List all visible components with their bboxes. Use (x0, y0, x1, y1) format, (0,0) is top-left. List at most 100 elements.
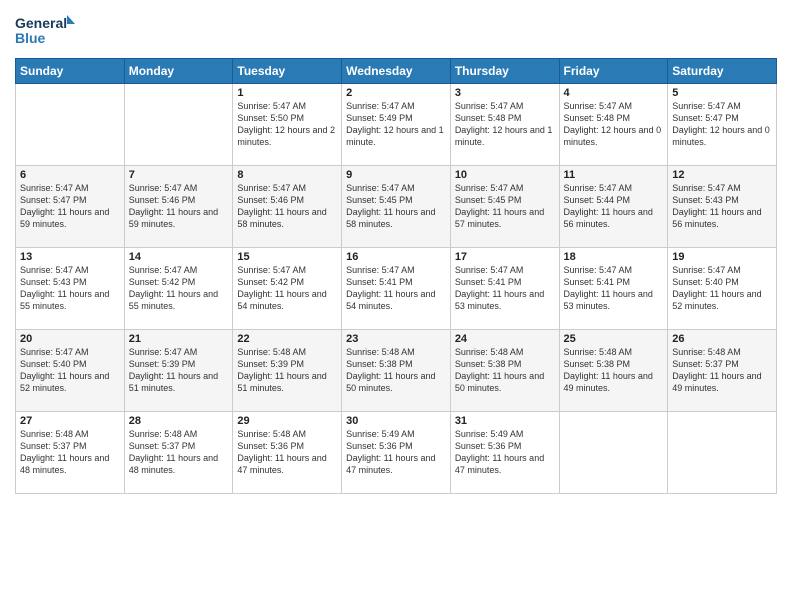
calendar-day-cell: 15Sunrise: 5:47 AM Sunset: 5:42 PM Dayli… (233, 248, 342, 330)
day-info: Sunrise: 5:49 AM Sunset: 5:36 PM Dayligh… (346, 428, 446, 477)
day-number: 26 (672, 333, 772, 345)
day-number: 4 (564, 87, 664, 99)
day-info: Sunrise: 5:48 AM Sunset: 5:36 PM Dayligh… (237, 428, 337, 477)
calendar-day-cell: 17Sunrise: 5:47 AM Sunset: 5:41 PM Dayli… (450, 248, 559, 330)
calendar-day-cell: 20Sunrise: 5:47 AM Sunset: 5:40 PM Dayli… (16, 330, 125, 412)
day-info: Sunrise: 5:47 AM Sunset: 5:40 PM Dayligh… (672, 264, 772, 313)
calendar-day-cell (559, 412, 668, 494)
day-number: 16 (346, 251, 446, 263)
calendar-day-cell: 21Sunrise: 5:47 AM Sunset: 5:39 PM Dayli… (124, 330, 233, 412)
day-info: Sunrise: 5:47 AM Sunset: 5:50 PM Dayligh… (237, 100, 337, 149)
day-info: Sunrise: 5:47 AM Sunset: 5:43 PM Dayligh… (672, 182, 772, 231)
day-info: Sunrise: 5:47 AM Sunset: 5:47 PM Dayligh… (20, 182, 120, 231)
calendar-header-cell: Thursday (450, 59, 559, 84)
day-number: 15 (237, 251, 337, 263)
day-info: Sunrise: 5:48 AM Sunset: 5:38 PM Dayligh… (455, 346, 555, 395)
calendar-day-cell: 25Sunrise: 5:48 AM Sunset: 5:38 PM Dayli… (559, 330, 668, 412)
day-number: 31 (455, 415, 555, 427)
calendar-body: 1Sunrise: 5:47 AM Sunset: 5:50 PM Daylig… (16, 84, 777, 494)
day-number: 9 (346, 169, 446, 181)
day-number: 20 (20, 333, 120, 345)
calendar-day-cell: 24Sunrise: 5:48 AM Sunset: 5:38 PM Dayli… (450, 330, 559, 412)
page: General Blue SundayMondayTuesdayWednesda… (0, 0, 792, 612)
day-number: 28 (129, 415, 229, 427)
day-number: 3 (455, 87, 555, 99)
day-number: 8 (237, 169, 337, 181)
svg-text:General: General (15, 15, 67, 31)
day-info: Sunrise: 5:47 AM Sunset: 5:41 PM Dayligh… (455, 264, 555, 313)
calendar-day-cell: 11Sunrise: 5:47 AM Sunset: 5:44 PM Dayli… (559, 166, 668, 248)
day-number: 6 (20, 169, 120, 181)
calendar-day-cell: 14Sunrise: 5:47 AM Sunset: 5:42 PM Dayli… (124, 248, 233, 330)
calendar-day-cell (124, 84, 233, 166)
calendar-day-cell: 3Sunrise: 5:47 AM Sunset: 5:48 PM Daylig… (450, 84, 559, 166)
calendar-day-cell: 31Sunrise: 5:49 AM Sunset: 5:36 PM Dayli… (450, 412, 559, 494)
day-info: Sunrise: 5:47 AM Sunset: 5:41 PM Dayligh… (346, 264, 446, 313)
day-number: 25 (564, 333, 664, 345)
calendar-day-cell: 13Sunrise: 5:47 AM Sunset: 5:43 PM Dayli… (16, 248, 125, 330)
svg-text:Blue: Blue (15, 30, 46, 46)
day-number: 14 (129, 251, 229, 263)
calendar-day-cell: 16Sunrise: 5:47 AM Sunset: 5:41 PM Dayli… (342, 248, 451, 330)
logo: General Blue (15, 10, 75, 50)
day-info: Sunrise: 5:47 AM Sunset: 5:49 PM Dayligh… (346, 100, 446, 149)
day-info: Sunrise: 5:48 AM Sunset: 5:39 PM Dayligh… (237, 346, 337, 395)
calendar-day-cell: 8Sunrise: 5:47 AM Sunset: 5:46 PM Daylig… (233, 166, 342, 248)
calendar-day-cell: 10Sunrise: 5:47 AM Sunset: 5:45 PM Dayli… (450, 166, 559, 248)
day-number: 12 (672, 169, 772, 181)
day-info: Sunrise: 5:47 AM Sunset: 5:41 PM Dayligh… (564, 264, 664, 313)
calendar-day-cell: 6Sunrise: 5:47 AM Sunset: 5:47 PM Daylig… (16, 166, 125, 248)
calendar-week-row: 20Sunrise: 5:47 AM Sunset: 5:40 PM Dayli… (16, 330, 777, 412)
day-number: 21 (129, 333, 229, 345)
day-info: Sunrise: 5:47 AM Sunset: 5:39 PM Dayligh… (129, 346, 229, 395)
day-number: 11 (564, 169, 664, 181)
day-info: Sunrise: 5:47 AM Sunset: 5:48 PM Dayligh… (455, 100, 555, 149)
calendar-header-cell: Monday (124, 59, 233, 84)
day-info: Sunrise: 5:47 AM Sunset: 5:46 PM Dayligh… (129, 182, 229, 231)
day-info: Sunrise: 5:48 AM Sunset: 5:38 PM Dayligh… (564, 346, 664, 395)
day-number: 27 (20, 415, 120, 427)
calendar-day-cell: 30Sunrise: 5:49 AM Sunset: 5:36 PM Dayli… (342, 412, 451, 494)
day-number: 5 (672, 87, 772, 99)
calendar-day-cell (16, 84, 125, 166)
calendar-day-cell: 29Sunrise: 5:48 AM Sunset: 5:36 PM Dayli… (233, 412, 342, 494)
calendar-day-cell: 9Sunrise: 5:47 AM Sunset: 5:45 PM Daylig… (342, 166, 451, 248)
day-info: Sunrise: 5:47 AM Sunset: 5:42 PM Dayligh… (237, 264, 337, 313)
day-number: 29 (237, 415, 337, 427)
header: General Blue (15, 10, 777, 50)
calendar-header-cell: Sunday (16, 59, 125, 84)
day-number: 19 (672, 251, 772, 263)
day-info: Sunrise: 5:47 AM Sunset: 5:44 PM Dayligh… (564, 182, 664, 231)
day-info: Sunrise: 5:47 AM Sunset: 5:45 PM Dayligh… (455, 182, 555, 231)
calendar-week-row: 13Sunrise: 5:47 AM Sunset: 5:43 PM Dayli… (16, 248, 777, 330)
calendar-week-row: 27Sunrise: 5:48 AM Sunset: 5:37 PM Dayli… (16, 412, 777, 494)
calendar-header-row: SundayMondayTuesdayWednesdayThursdayFrid… (16, 59, 777, 84)
day-info: Sunrise: 5:48 AM Sunset: 5:37 PM Dayligh… (672, 346, 772, 395)
calendar-day-cell (668, 412, 777, 494)
day-number: 7 (129, 169, 229, 181)
day-info: Sunrise: 5:47 AM Sunset: 5:48 PM Dayligh… (564, 100, 664, 149)
calendar-day-cell: 2Sunrise: 5:47 AM Sunset: 5:49 PM Daylig… (342, 84, 451, 166)
calendar-week-row: 6Sunrise: 5:47 AM Sunset: 5:47 PM Daylig… (16, 166, 777, 248)
calendar-day-cell: 28Sunrise: 5:48 AM Sunset: 5:37 PM Dayli… (124, 412, 233, 494)
calendar-header-cell: Saturday (668, 59, 777, 84)
day-number: 2 (346, 87, 446, 99)
day-number: 24 (455, 333, 555, 345)
calendar-day-cell: 22Sunrise: 5:48 AM Sunset: 5:39 PM Dayli… (233, 330, 342, 412)
calendar-day-cell: 7Sunrise: 5:47 AM Sunset: 5:46 PM Daylig… (124, 166, 233, 248)
day-number: 30 (346, 415, 446, 427)
calendar-day-cell: 18Sunrise: 5:47 AM Sunset: 5:41 PM Dayli… (559, 248, 668, 330)
day-info: Sunrise: 5:47 AM Sunset: 5:45 PM Dayligh… (346, 182, 446, 231)
day-info: Sunrise: 5:48 AM Sunset: 5:38 PM Dayligh… (346, 346, 446, 395)
day-number: 17 (455, 251, 555, 263)
day-number: 10 (455, 169, 555, 181)
day-number: 1 (237, 87, 337, 99)
calendar-day-cell: 23Sunrise: 5:48 AM Sunset: 5:38 PM Dayli… (342, 330, 451, 412)
day-info: Sunrise: 5:49 AM Sunset: 5:36 PM Dayligh… (455, 428, 555, 477)
day-number: 18 (564, 251, 664, 263)
day-number: 13 (20, 251, 120, 263)
day-info: Sunrise: 5:48 AM Sunset: 5:37 PM Dayligh… (20, 428, 120, 477)
day-info: Sunrise: 5:47 AM Sunset: 5:40 PM Dayligh… (20, 346, 120, 395)
day-info: Sunrise: 5:47 AM Sunset: 5:46 PM Dayligh… (237, 182, 337, 231)
calendar-day-cell: 27Sunrise: 5:48 AM Sunset: 5:37 PM Dayli… (16, 412, 125, 494)
